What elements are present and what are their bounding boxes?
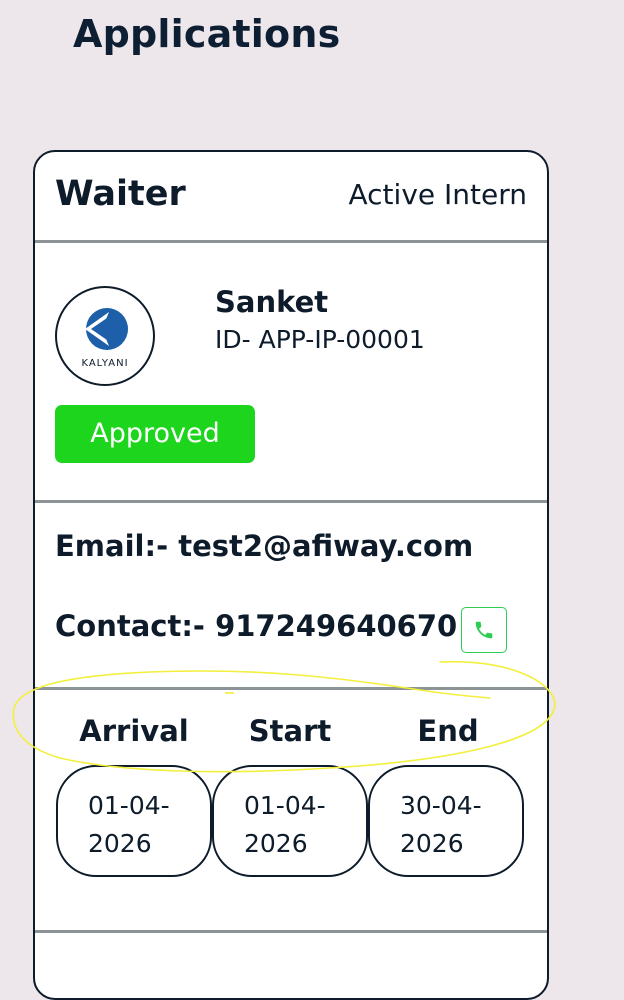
card-header: Waiter Active Intern xyxy=(35,152,547,243)
status-badge: Approved xyxy=(55,405,255,463)
call-button[interactable] xyxy=(461,607,507,653)
job-title: Waiter xyxy=(55,174,186,214)
start-label: Start xyxy=(248,714,332,748)
applicant-name: Sanket xyxy=(215,285,329,319)
dates-section: Arrival Start End 01-04- 2026 01-04- 202… xyxy=(35,690,547,933)
end-label: End xyxy=(417,714,479,748)
start-date-day-month: 01-04- xyxy=(244,791,326,820)
end-date-day-month: 30-04- xyxy=(400,791,482,820)
arrival-date-box: 01-04- 2026 xyxy=(56,765,212,877)
contact-line: Contact:- 917249640670 xyxy=(55,609,458,643)
application-card[interactable]: Waiter Active Intern KALYANI Sanket ID- … xyxy=(33,150,549,1000)
applicant-id: ID- APP-IP-00001 xyxy=(215,325,425,354)
phone-icon xyxy=(475,621,493,639)
arrival-date-day-month: 01-04- xyxy=(88,791,170,820)
arrival-label: Arrival xyxy=(79,714,189,748)
kalyani-logo-icon: KALYANI xyxy=(81,308,128,369)
end-date-box: 30-04- 2026 xyxy=(368,765,524,877)
email-line: Email:- test2@afiway.com xyxy=(55,529,474,563)
start-date-year: 2026 xyxy=(244,829,308,858)
arrival-date-year: 2026 xyxy=(88,829,152,858)
applicant-profile: KALYANI Sanket ID- APP-IP-00001 Approved xyxy=(35,243,547,503)
company-logo-avatar: KALYANI xyxy=(55,286,155,386)
svg-text:KALYANI: KALYANI xyxy=(81,358,128,369)
page-title: Applications xyxy=(73,12,341,56)
end-date-year: 2026 xyxy=(400,829,464,858)
start-date-box: 01-04- 2026 xyxy=(212,765,368,877)
contact-section: Email:- test2@afiway.com Contact:- 91724… xyxy=(35,503,547,690)
job-status: Active Intern xyxy=(348,178,528,211)
